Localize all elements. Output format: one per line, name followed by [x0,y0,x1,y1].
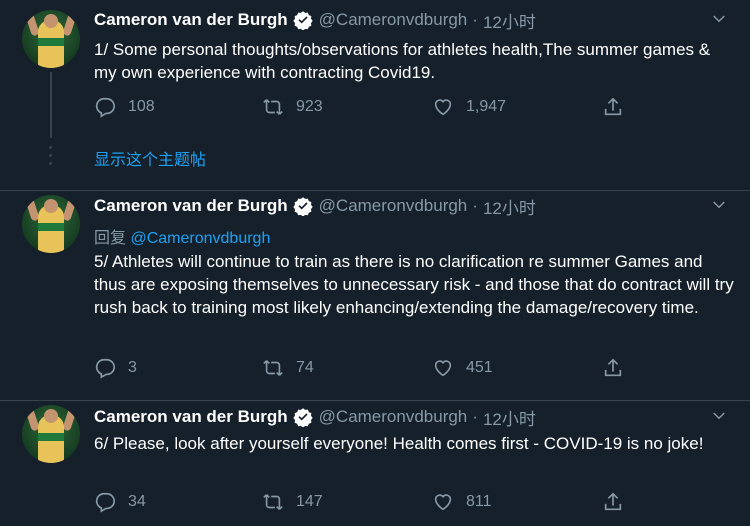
chevron-down-icon[interactable] [710,407,728,425]
reply-icon [95,97,115,118]
retweet-button[interactable]: 147 [262,491,323,513]
tweet-time[interactable]: 12小时 [483,194,536,219]
retweet-count: 74 [296,359,314,376]
heart-icon [434,360,452,377]
reply-handle-link[interactable]: @Cameronvdburgh [130,230,270,247]
share-icon [604,492,622,511]
retweet-button[interactable]: 923 [262,96,323,118]
replying-to: 回复 @Cameronvdburgh [94,224,270,248]
share-icon [604,358,622,377]
show-thread-link[interactable]: 显示这个主题帖 [94,146,206,170]
like-button[interactable]: 1,947 [432,96,506,118]
tweet-text: 6/ Please, look after yourself everyone!… [94,434,704,453]
retweet-button[interactable]: 74 [262,357,314,379]
like-button[interactable]: 451 [432,357,493,379]
reply-button[interactable]: 3 [94,357,137,379]
tweet-header: Cameron van der Burgh @Cameronvdburgh · … [94,405,536,429]
chevron-down-icon[interactable] [710,196,728,214]
share-button[interactable] [602,357,636,379]
tweet-time[interactable]: 12小时 [483,405,536,430]
tweet-text: 5/ Athletes will continue to train as th… [94,252,734,317]
retweet-icon [263,360,283,376]
separator-dot: · [472,196,478,215]
tweet-text: 1/ Some personal thoughts/observations f… [94,40,711,82]
tweet-3[interactable]: Cameron van der Burgh @Cameronvdburgh · … [0,401,750,526]
author-name[interactable]: Cameron van der Burgh [94,196,288,216]
retweet-icon [263,494,283,510]
retweet-icon [263,99,283,115]
share-icon [604,97,622,116]
heart-icon [434,99,452,116]
tweet-actions: 108 923 1,947 [94,96,634,120]
tweet-header: Cameron van der Burgh @Cameronvdburgh · … [94,194,536,218]
reply-prefix: 回复 [94,230,127,247]
tweet-1[interactable]: Cameron van der Burgh @Cameronvdburgh · … [0,0,750,190]
chevron-down-icon[interactable] [710,10,728,28]
like-count: 451 [466,359,493,376]
reply-count: 108 [128,98,155,115]
share-button[interactable] [602,96,636,118]
avatar[interactable] [22,195,80,253]
reply-count: 34 [128,493,146,510]
author-name[interactable]: Cameron van der Burgh [94,407,288,427]
retweet-count: 923 [296,98,323,115]
author-name[interactable]: Cameron van der Burgh [94,10,288,30]
verified-badge-icon [292,10,313,30]
tweet-actions: 34 147 811 [94,491,634,515]
like-button[interactable]: 811 [432,491,492,513]
author-handle[interactable]: @Cameronvdburgh [319,407,468,427]
verified-badge-icon [292,407,313,427]
retweet-count: 147 [296,493,323,510]
tweet-2[interactable]: Cameron van der Burgh @Cameronvdburgh · … [0,191,750,401]
reply-icon [95,358,115,379]
like-count: 1,947 [466,98,507,115]
tweet-header: Cameron van der Burgh @Cameronvdburgh · … [94,8,536,32]
author-handle[interactable]: @Cameronvdburgh [319,10,468,30]
tweet-actions: 3 74 451 [94,357,634,381]
heart-icon [434,494,452,511]
reply-button[interactable]: 108 [94,96,155,118]
reply-icon [95,492,115,513]
separator-dot: · [472,407,478,426]
like-count: 811 [466,493,492,510]
separator-dot: · [472,10,478,29]
verified-badge-icon [292,196,313,216]
avatar[interactable] [22,10,80,68]
thread-line [50,72,52,138]
reply-count: 3 [128,359,137,376]
thread-gap-dots [49,146,53,170]
reply-button[interactable]: 34 [94,491,146,513]
tweet-time[interactable]: 12小时 [483,8,536,33]
share-button[interactable] [602,491,636,513]
avatar[interactable] [22,405,80,463]
author-handle[interactable]: @Cameronvdburgh [319,196,468,216]
